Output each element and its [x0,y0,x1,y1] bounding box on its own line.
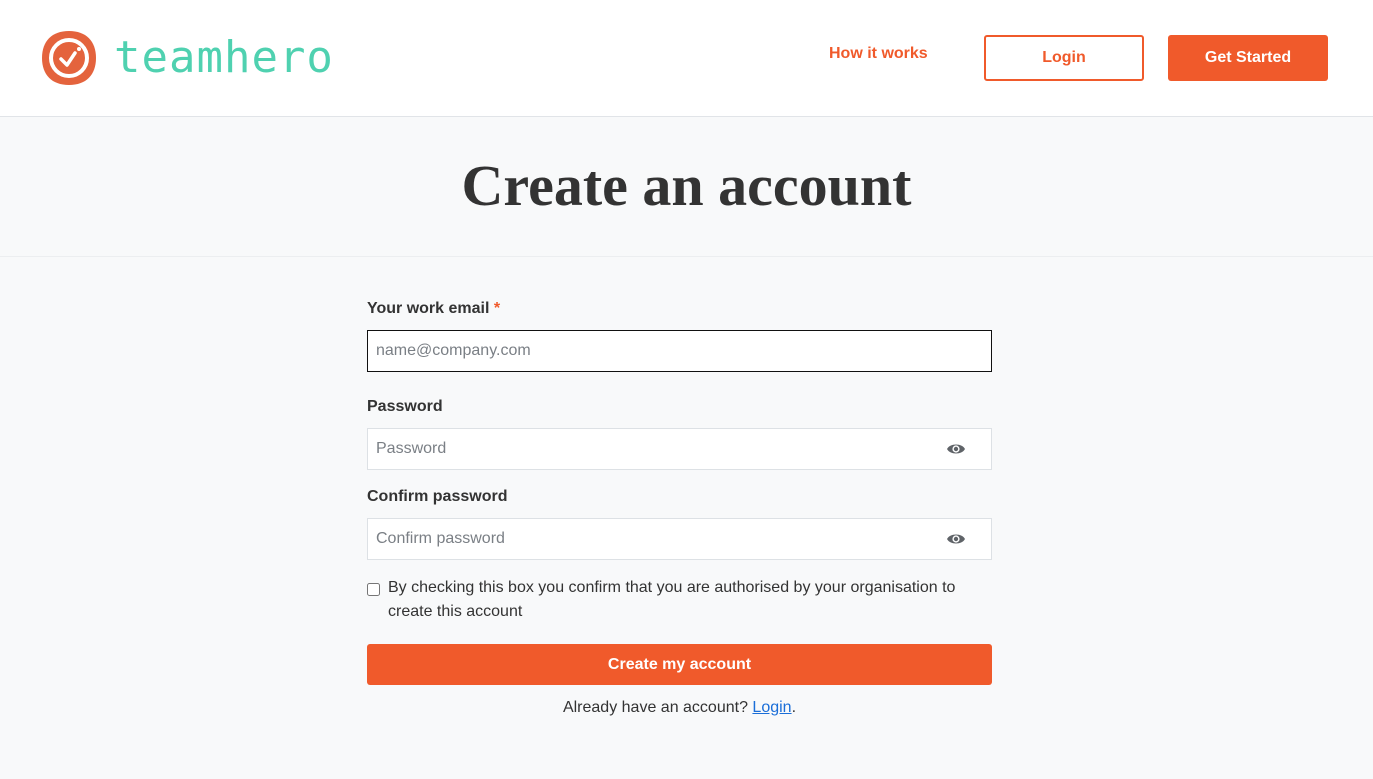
get-started-button[interactable]: Get Started [1168,35,1328,81]
login-prompt-period: . [791,699,797,716]
create-account-button[interactable]: Create my account [367,644,992,685]
brand-name: teamhero [114,32,334,83]
email-field-wrapper [367,330,992,372]
login-link[interactable]: Login [752,699,791,716]
confirm-password-field-wrapper [367,518,992,560]
password-label: Password [367,398,443,415]
password-field-wrapper [367,428,992,470]
password-input[interactable] [367,428,992,470]
logo-check-icon [42,31,96,85]
consent-text: By checking this box you confirm that yo… [388,579,956,620]
logo[interactable]: teamhero [40,29,334,87]
login-prompt-text: Already have an account? [562,699,748,716]
login-prompt: Already have an account? Login. [367,699,992,717]
page-title: Create an account [461,152,912,218]
confirm-password-input[interactable] [367,518,992,560]
consent-row: By checking this box you confirm that yo… [367,579,992,624]
consent-checkbox[interactable] [367,583,380,596]
site-header: teamhero How it works Login Get Started [0,0,1373,117]
required-mark: * [493,300,501,317]
email-label: Your work email * [367,300,992,320]
login-button[interactable]: Login [984,35,1144,81]
how-it-works-link[interactable]: How it works [829,45,928,63]
eye-icon[interactable] [946,531,966,547]
page-hero: Create an account [0,117,1373,257]
email-input[interactable] [367,330,992,372]
signup-form: Your work email * Password Confirm passw… [367,300,992,717]
email-label-text: Your work email [367,300,490,317]
confirm-password-label: Confirm password [367,488,508,505]
eye-icon[interactable] [946,441,966,457]
